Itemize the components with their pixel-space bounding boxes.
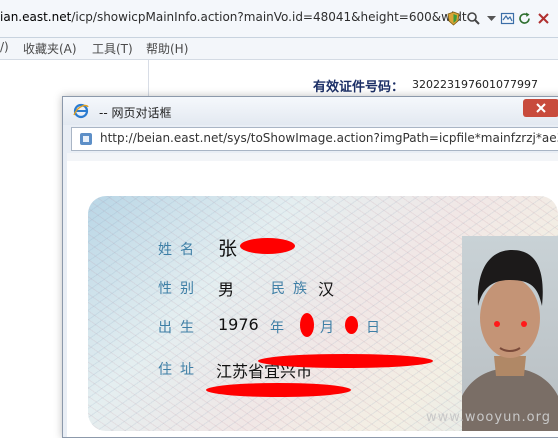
id-birth-year: 1976 <box>218 315 259 334</box>
id-gender-value: 男 <box>218 280 235 299</box>
id-ethnicity-value: 汉 <box>318 280 335 299</box>
watermark-text: www.wooyun.org <box>426 410 552 425</box>
stop-icon[interactable] <box>536 11 551 26</box>
page-icon <box>80 133 92 145</box>
menu-item-tools[interactable]: 工具(T) <box>92 40 133 57</box>
ie-logo-icon <box>73 103 89 119</box>
redaction-address-line1 <box>258 354 433 368</box>
address-url-path: /icp/showicpMainInfo.action?mainVo.id=48… <box>71 10 467 24</box>
id-birth-day-unit: 日 <box>366 320 388 336</box>
menu-item-favorites[interactable]: 收藏夹(A) <box>23 40 77 57</box>
dialog-close-button[interactable] <box>523 99 558 117</box>
menu-item-help[interactable]: 帮助(H) <box>146 40 188 57</box>
browser-address-bar[interactable]: ian.east.net/icp/showicpMainInfo.action?… <box>0 0 558 38</box>
id-address-label: 住址 <box>158 362 202 378</box>
id-birth-label: 出生 <box>158 320 202 336</box>
dropdown-arrow-icon[interactable] <box>484 11 499 26</box>
id-card-image: 姓名 张 性别 男 民族 汉 出生 1976 年 月 日 住址 江苏省宜兴市 <box>88 196 558 431</box>
id-ethnicity-label: 民族 <box>271 281 315 297</box>
id-name-label: 姓名 <box>158 242 202 258</box>
menu-bar: /) 收藏夹(A) 工具(T) 帮助(H) <box>0 38 558 60</box>
dialog-title: -- 网页对话框 <box>99 106 172 120</box>
dialog-titlebar[interactable]: -- 网页对话框 <box>63 97 558 125</box>
dialog-url: http://beian.east.net/sys/toShowImage.ac… <box>100 131 558 145</box>
menu-item-view[interactable]: /) <box>0 40 9 54</box>
id-name-value: 张 <box>218 238 238 260</box>
redaction-birth-day <box>345 316 358 334</box>
security-shield-icon[interactable] <box>446 11 461 26</box>
search-icon[interactable] <box>466 11 481 26</box>
redaction-birth-month <box>300 313 314 337</box>
id-birth-month-unit: 月 <box>320 320 342 336</box>
close-icon <box>536 103 546 113</box>
cert-number-label: 有效证件号码： <box>313 80 405 95</box>
cert-number-value: 320223197601077997 <box>412 78 538 91</box>
refresh-icon[interactable] <box>517 11 532 26</box>
address-url-domain: ian.east.net <box>0 10 72 24</box>
address-url[interactable]: ian.east.net/icp/showicpMainInfo.action?… <box>0 10 467 24</box>
redaction-address-line2 <box>206 383 351 397</box>
id-gender-label: 性别 <box>158 281 202 297</box>
id-photo-portrait <box>462 250 558 431</box>
compatibility-view-icon[interactable] <box>500 11 515 26</box>
dialog-address-bar[interactable]: http://beian.east.net/sys/toShowImage.ac… <box>71 127 558 151</box>
id-birth-year-unit: 年 <box>270 320 292 336</box>
redaction-name <box>240 238 295 254</box>
id-photo <box>462 236 558 431</box>
